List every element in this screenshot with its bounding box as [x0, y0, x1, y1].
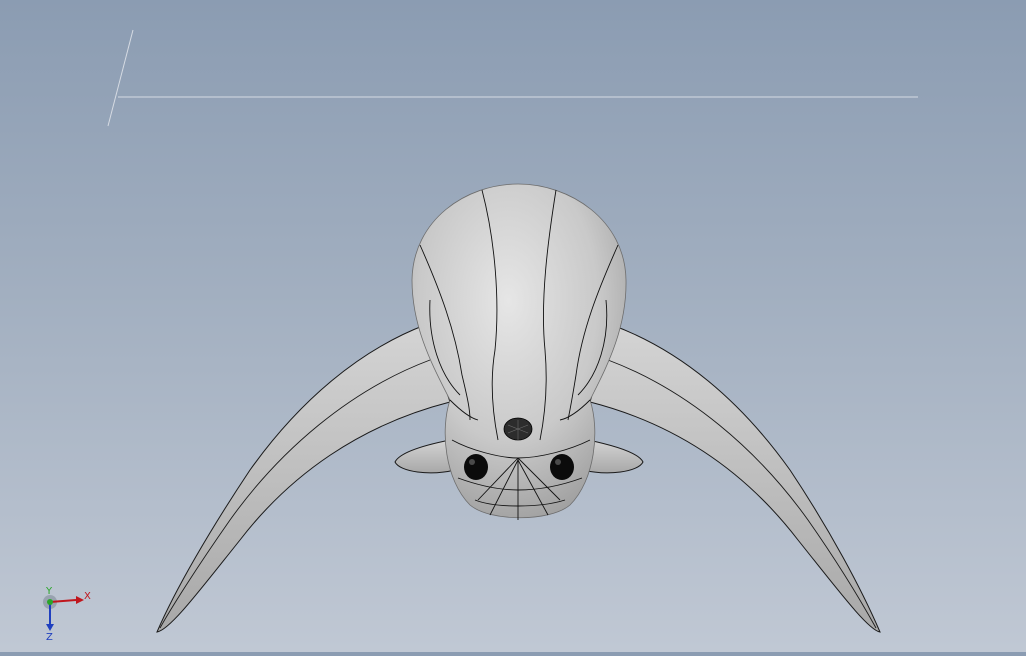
left-eye-highlight: [469, 459, 475, 465]
y-axis-label: Y: [45, 586, 53, 597]
y-axis-dot-icon: [47, 599, 53, 605]
coordinate-triad[interactable]: X Y Z: [40, 586, 100, 646]
model-view[interactable]: [0, 0, 1026, 652]
right-eye-highlight: [555, 459, 561, 465]
graphics-viewport[interactable]: X Y Z: [0, 0, 1026, 652]
left-eye[interactable]: [464, 454, 488, 480]
x-axis-label: X: [84, 591, 91, 602]
x-axis-arrowhead-icon: [76, 596, 84, 604]
sketch-line-diagonal: [107, 29, 134, 127]
right-eye[interactable]: [550, 454, 574, 480]
left-fin[interactable]: [156, 324, 451, 633]
z-axis-label: Z: [46, 632, 53, 643]
z-axis-arrowhead-icon: [46, 624, 54, 631]
